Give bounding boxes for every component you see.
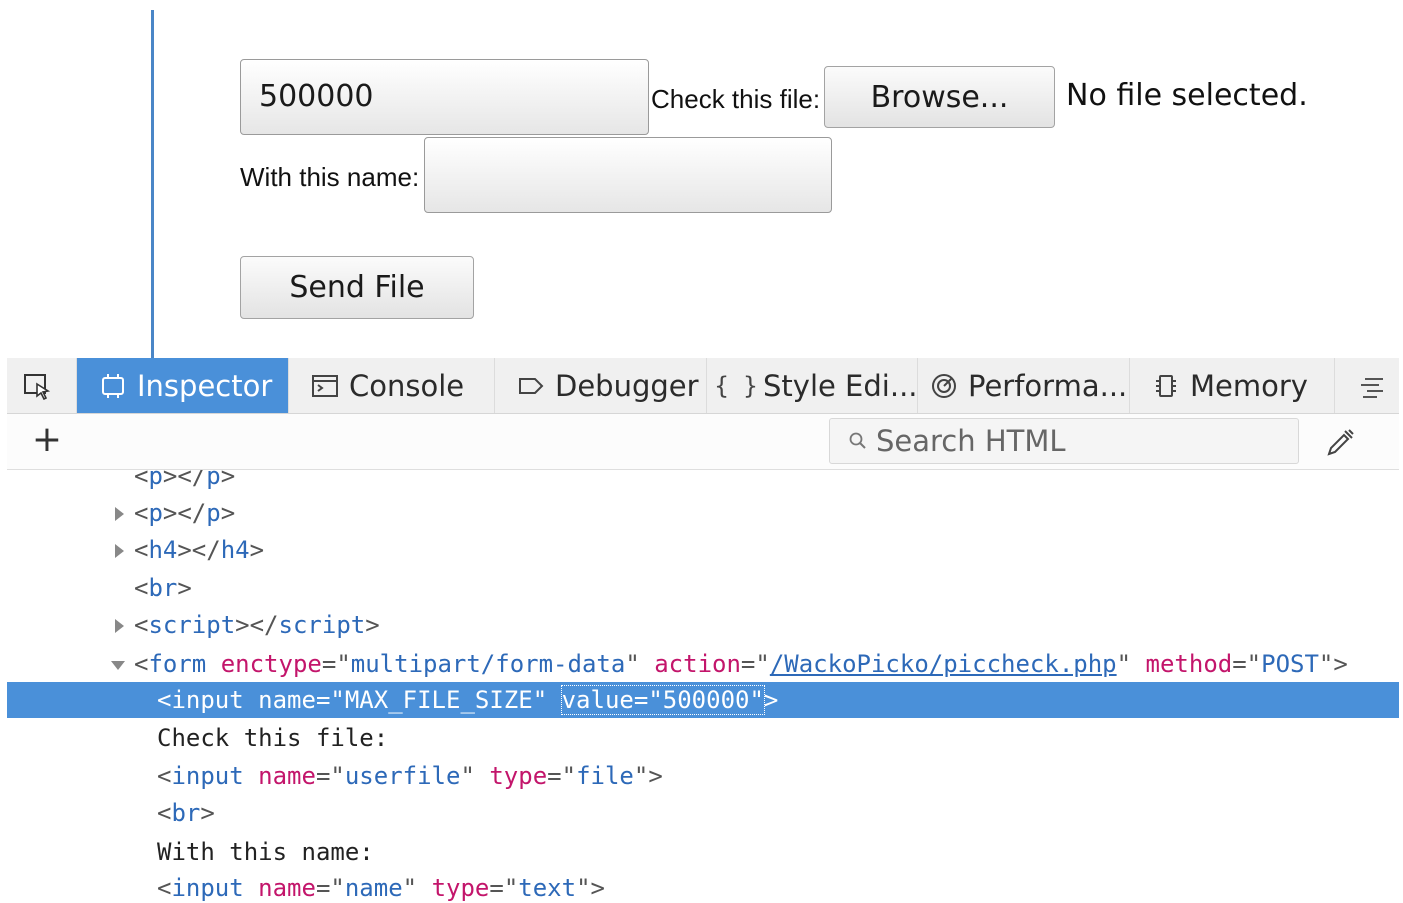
- tab-label: Inspector: [137, 368, 273, 403]
- tab-inspector[interactable]: Inspector: [77, 358, 289, 413]
- tabs-overflow-button[interactable]: [1335, 358, 1399, 413]
- tab-label: Performa...: [968, 368, 1128, 403]
- performance-icon: [930, 372, 958, 400]
- name-label: With this name:: [240, 162, 420, 192]
- tab-memory[interactable]: Memory: [1130, 358, 1335, 413]
- markup-text-node[interactable]: With this name:: [7, 834, 1399, 870]
- markup-node-p[interactable]: <p></p>: [7, 495, 1399, 531]
- markup-node-form[interactable]: <form enctype="multipart/form-data" acti…: [7, 646, 1399, 682]
- search-placeholder-text: Search HTML: [876, 424, 1066, 458]
- expand-triangle-icon[interactable]: [115, 544, 124, 558]
- tab-label: Style Edi...: [763, 368, 918, 403]
- content-left-rule: [151, 10, 154, 358]
- console-icon: [311, 372, 339, 400]
- eyedropper-icon: [1325, 429, 1357, 462]
- markup-text-node[interactable]: Check this file:: [7, 720, 1399, 756]
- send-file-button[interactable]: Send File: [240, 256, 474, 319]
- markup-node-p[interactable]: <p></p>: [7, 470, 1399, 494]
- devtools-tab-bar: Inspector Console Debugger { } Style Edi…: [7, 358, 1399, 414]
- element-picker-icon: [23, 372, 51, 400]
- inspector-toolbar: + Search HTML: [7, 414, 1399, 470]
- debugger-icon: [517, 372, 545, 400]
- focused-attribute[interactable]: value="500000": [560, 685, 765, 715]
- check-file-label: Check this file:: [651, 84, 821, 114]
- devtools-panel: Inspector Console Debugger { } Style Edi…: [7, 358, 1399, 903]
- tab-label: Memory: [1190, 368, 1308, 403]
- file-name-input[interactable]: [424, 137, 832, 213]
- overflow-menu-icon: [1357, 372, 1385, 400]
- markup-tree: <p></p> <p></p> <h4></h4> <br> <script><…: [7, 470, 1399, 903]
- memory-icon: [1152, 372, 1180, 400]
- add-node-button[interactable]: +: [31, 422, 63, 458]
- search-html-input[interactable]: Search HTML: [829, 418, 1299, 464]
- search-icon: [848, 431, 868, 451]
- style-editor-icon: { }: [714, 371, 758, 400]
- tab-debugger[interactable]: Debugger: [495, 358, 707, 413]
- expand-triangle-icon[interactable]: [115, 507, 124, 521]
- markup-node-input-selected[interactable]: <input name="MAX_FILE_SIZE" value="50000…: [7, 682, 1399, 718]
- inspector-icon: [99, 372, 127, 400]
- tab-label: Console: [349, 368, 465, 403]
- markup-node-input[interactable]: <input name="userfile" type="file">: [7, 758, 1399, 794]
- web-page-area: 500000 Check this file: Browse... No fil…: [0, 0, 1403, 358]
- markup-node-input[interactable]: <input name="name" type="text">: [7, 870, 1399, 903]
- markup-node-br[interactable]: <br>: [7, 570, 1399, 606]
- eyedropper-button[interactable]: [1325, 426, 1357, 458]
- browse-button[interactable]: Browse...: [824, 66, 1055, 128]
- plus-icon: +: [31, 419, 63, 460]
- no-file-selected-text: No file selected.: [1066, 78, 1308, 113]
- tab-performance[interactable]: Performa...: [918, 358, 1130, 413]
- tab-style-editor[interactable]: { } Style Edi...: [707, 358, 918, 413]
- collapse-triangle-icon[interactable]: [111, 661, 125, 670]
- tab-label: Debugger: [555, 368, 699, 403]
- max-file-size-input[interactable]: 500000: [240, 59, 649, 135]
- element-picker-button[interactable]: [7, 358, 77, 413]
- action-url-link[interactable]: /WackoPicko/piccheck.php: [770, 650, 1117, 678]
- tab-console[interactable]: Console: [289, 358, 495, 413]
- markup-node-script[interactable]: <script></script>: [7, 607, 1399, 643]
- markup-node-h4[interactable]: <h4></h4>: [7, 532, 1399, 568]
- markup-node-br[interactable]: <br>: [7, 795, 1399, 831]
- expand-triangle-icon[interactable]: [115, 619, 124, 633]
